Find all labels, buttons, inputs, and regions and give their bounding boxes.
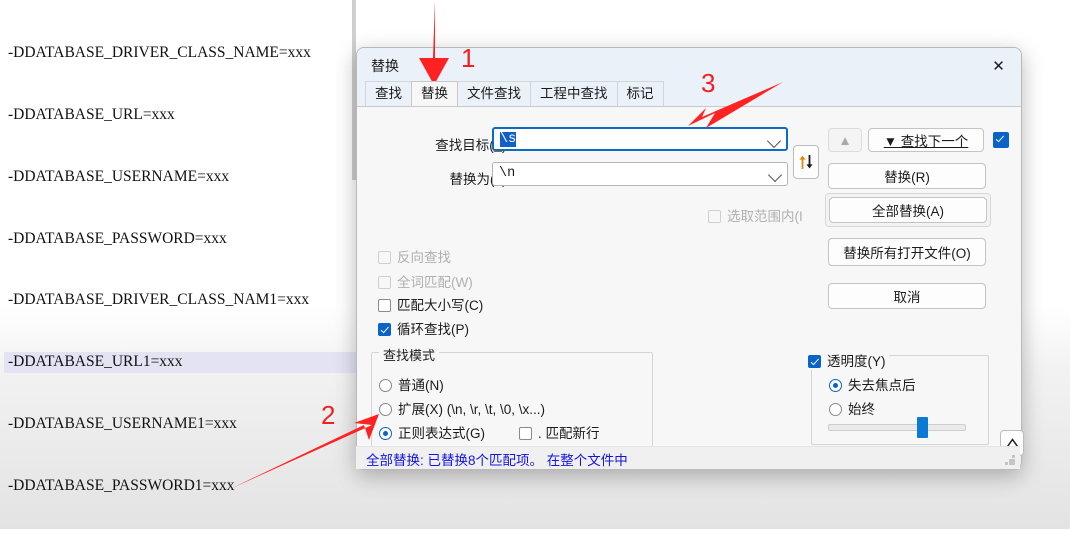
radio-dot	[379, 427, 392, 440]
transparency-slider-thumb[interactable]	[917, 417, 928, 438]
checkbox-box	[378, 299, 391, 312]
radio-always[interactable]: 始终	[829, 398, 875, 418]
status-message: 全部替换: 已替换8个匹配项。 在整个文件中	[366, 453, 628, 468]
radio-dot	[379, 379, 392, 392]
dialog-statusbar: 全部替换: 已替换8个匹配项。 在整个文件中	[356, 446, 1020, 469]
checkbox-dot-matches-newline[interactable]: . 匹配新行	[519, 422, 600, 442]
chevron-down-icon[interactable]	[766, 133, 782, 149]
triangle-up-icon: ▲	[838, 132, 852, 148]
annotation-number-2: 2	[321, 400, 336, 430]
find-next-button[interactable]: ▼ 查找下一个	[868, 128, 984, 152]
radio-dot	[829, 379, 842, 392]
dialog-titlebar[interactable]: 替换 ✕	[357, 48, 1021, 84]
swap-fields-button[interactable]	[793, 145, 819, 179]
checkbox-transparency[interactable]: 透明度(Y)	[805, 350, 889, 370]
checkbox-find-next-option[interactable]	[993, 132, 1009, 149]
find-previous-button[interactable]: ▲	[828, 128, 862, 152]
checkbox-box	[378, 251, 391, 264]
checkbox-box	[993, 132, 1009, 148]
find-target-input[interactable]: \s	[492, 127, 788, 151]
checkbox-box	[519, 427, 532, 440]
tab-mark[interactable]: 标记	[616, 81, 664, 106]
radio-dot	[379, 403, 392, 416]
dialog-tabbar: 查找 替换 文件查找 工程中查找 标记	[357, 81, 1021, 107]
chevron-down-icon[interactable]	[767, 167, 783, 183]
checkbox-match-case[interactable]: 匹配大小写(C)	[378, 294, 483, 314]
radio-on-losing-focus[interactable]: 失去焦点后	[829, 374, 916, 394]
transparency-slider-track[interactable]	[828, 424, 966, 431]
replace-all-open-files-button[interactable]: 替换所有打开文件(O)	[828, 238, 986, 266]
close-icon[interactable]: ✕	[976, 48, 1021, 83]
checkbox-backward-search: 反向查找	[378, 246, 451, 266]
checkbox-in-selection: 选取范围内(I	[708, 205, 803, 225]
checkbox-box	[378, 323, 391, 336]
radio-regular-expression[interactable]: 正则表达式(G)	[379, 422, 485, 442]
checkbox-box	[708, 210, 721, 223]
radio-normal[interactable]: 普通(N)	[379, 374, 444, 394]
checkbox-box	[808, 355, 821, 368]
cancel-button[interactable]: 取消	[828, 283, 986, 309]
replace-all-button[interactable]: 全部替换(A)	[829, 197, 987, 223]
editor-line-current[interactable]: -DDATABASE_URL1=xxx	[4, 352, 412, 373]
tab-find[interactable]: 查找	[365, 81, 412, 106]
tab-replace[interactable]: 替换	[411, 81, 458, 106]
tab-find-in-files[interactable]: 文件查找	[457, 81, 531, 106]
editor-line[interactable]: -DDATABASE_PASSWORD1=xxx	[4, 476, 424, 497]
annotation-number-3: 3	[701, 68, 716, 98]
radio-dot	[829, 403, 842, 416]
replace-button[interactable]: 替换(R)	[828, 163, 986, 189]
search-mode-group-title: 查找模式	[379, 345, 440, 364]
dialog-title: 替换	[371, 58, 399, 74]
checkbox-match-whole-word: 全词匹配(W)	[378, 271, 473, 291]
tab-find-in-project[interactable]: 工程中查找	[530, 81, 618, 106]
resize-grip[interactable]	[1005, 455, 1015, 465]
radio-extended[interactable]: 扩展(X) (\n, \r, \t, \0, \x...)	[379, 398, 545, 418]
checkbox-box	[378, 276, 391, 289]
checkbox-wrap-around[interactable]: 循环查找(P)	[378, 318, 469, 338]
replace-with-input[interactable]: \n	[492, 162, 788, 186]
annotation-number-1: 1	[461, 43, 476, 73]
swap-vertical-icon	[799, 155, 813, 169]
